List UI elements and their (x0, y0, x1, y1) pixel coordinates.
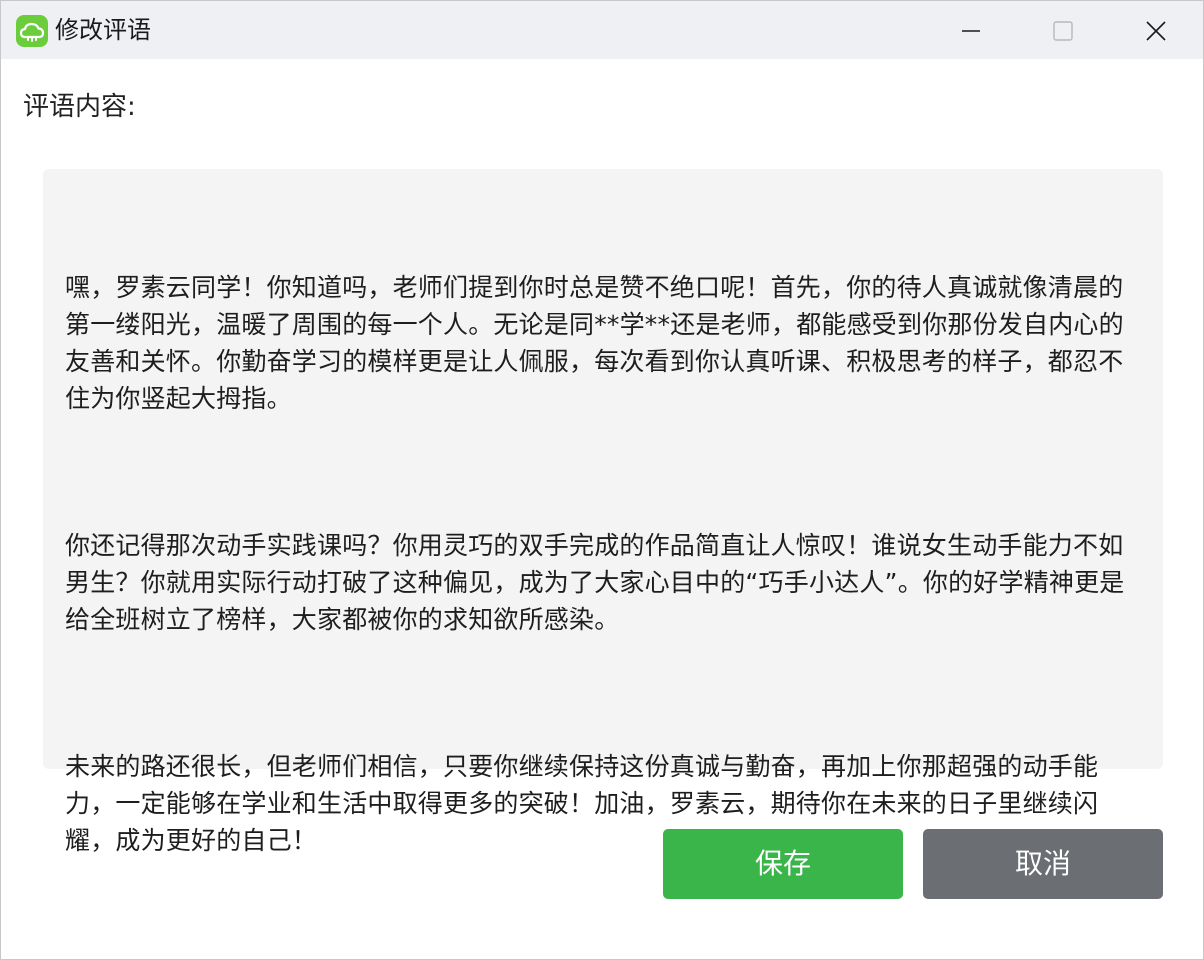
comment-paragraph: 你还记得那次动手实践课吗？你用灵巧的双手完成的作品简直让人惊叹！谁说女生动手能力… (65, 531, 1125, 634)
close-icon (1146, 21, 1166, 41)
maximize-icon (1053, 21, 1073, 41)
comment-textarea[interactable]: 嘿，罗素云同学！你知道吗，老师们提到你时总是赞不绝口呢！首先，你的待人真诚就像清… (43, 169, 1163, 855)
comment-paragraph: 嘿，罗素云同学！你知道吗，老师们提到你时总是赞不绝口呢！首先，你的待人真诚就像清… (65, 273, 1124, 413)
title-bar[interactable]: 修改评语 (1, 1, 1203, 59)
window-title: 修改评语 (55, 16, 151, 44)
save-button[interactable]: 保存 (663, 829, 903, 899)
cancel-button[interactable]: 取消 (923, 829, 1163, 899)
cloud-app-icon (16, 15, 48, 47)
comment-edit-dialog: 修改评语 评语内容: 嘿，罗素云同学！你知道吗，老师们提到你时总是赞不绝口呢！首… (0, 0, 1204, 960)
minimize-icon (962, 30, 980, 32)
comment-text[interactable]: 嘿，罗素云同学！你知道吗，老师们提到你时总是赞不绝口呢！首先，你的待人真诚就像清… (65, 195, 1147, 933)
comment-content-label: 评语内容: (23, 92, 136, 122)
minimize-button[interactable] (925, 1, 1017, 59)
close-button[interactable] (1109, 1, 1201, 59)
maximize-button[interactable] (1017, 1, 1109, 59)
